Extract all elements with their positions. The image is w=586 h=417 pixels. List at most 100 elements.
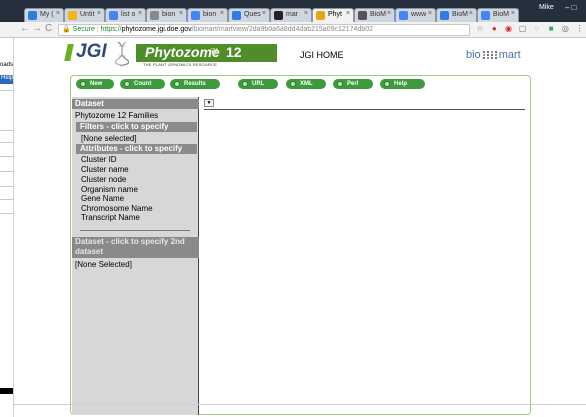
dataset-dropdown[interactable]: ▼ xyxy=(204,99,214,107)
close-icon[interactable]: × xyxy=(138,10,142,17)
tab-label: BioM xyxy=(370,11,386,18)
help-icon xyxy=(384,81,390,87)
doc-icon xyxy=(68,11,77,20)
google-icon xyxy=(399,11,408,20)
reload-icon[interactable]: C xyxy=(45,23,52,34)
count-button[interactable]: Count xyxy=(120,79,165,89)
jgi-home-link[interactable]: JGI HOME xyxy=(300,50,344,60)
close-icon[interactable]: × xyxy=(511,10,515,17)
help-button[interactable]: Help xyxy=(380,79,425,89)
browser-tab[interactable]: bion × xyxy=(187,8,228,22)
extension-icon[interactable]: ■ xyxy=(545,24,557,33)
secure-label: Secure xyxy=(72,26,95,33)
tab-label: BioM xyxy=(452,11,468,18)
count-icon xyxy=(124,81,130,87)
biomart-logo[interactable]: bio mart xyxy=(466,49,521,61)
perl-icon xyxy=(337,81,343,87)
attribute-item[interactable]: Transcript Name xyxy=(81,213,140,222)
attribute-item[interactable]: Cluster node xyxy=(81,175,126,184)
browser-tab[interactable]: mar × xyxy=(270,8,312,22)
dataset-name[interactable]: Phytozome 12 Families xyxy=(75,111,158,120)
close-icon[interactable]: × xyxy=(387,10,391,17)
attribute-item[interactable]: Gene Name xyxy=(81,194,124,203)
dataset2-header[interactable]: Dataset - click to specify 2nd dataset xyxy=(72,237,199,258)
browser-tab[interactable]: list o × xyxy=(105,8,146,22)
close-icon[interactable]: × xyxy=(179,10,183,17)
dropdown-arrow-icon: ▼ xyxy=(206,100,212,106)
new-icon xyxy=(80,81,86,87)
dataset-header[interactable]: Dataset xyxy=(72,99,199,109)
tab-label: BioM xyxy=(493,11,509,18)
background-window-help-button[interactable]: Help xyxy=(0,75,13,84)
divider xyxy=(0,142,13,143)
extension-icon[interactable]: ◌ xyxy=(531,24,543,33)
window-controls[interactable]: –□ xyxy=(565,3,578,12)
close-icon[interactable]: × xyxy=(97,10,101,17)
tab-label: bion xyxy=(162,11,176,18)
browser-tab[interactable]: BioM × xyxy=(436,8,477,22)
menu-icon[interactable]: ⋮ xyxy=(574,24,586,33)
url-input[interactable]: 🔒 Secure | https://phytozome.jgi.doe.gov… xyxy=(58,24,470,36)
browser-tab[interactable]: Untit × xyxy=(64,8,105,22)
tree-divider xyxy=(80,230,190,231)
dataset2-header-line2: dataset xyxy=(75,247,104,256)
close-icon[interactable]: × xyxy=(469,10,473,17)
forward-icon[interactable]: → xyxy=(32,23,42,34)
attributes-header[interactable]: Attributes - click to specify xyxy=(76,144,197,154)
background-window-text: oads xyxy=(0,62,14,68)
star-icon[interactable]: ☆ xyxy=(474,24,486,33)
dataset2-header-line1: Dataset - click to specify 2nd xyxy=(75,237,185,246)
url-button[interactable]: URL xyxy=(238,79,278,89)
close-icon[interactable]: × xyxy=(262,10,266,17)
globe-icon xyxy=(440,11,449,20)
extension-icon[interactable]: ◎ xyxy=(559,24,571,33)
xml-button[interactable]: XML xyxy=(286,79,326,89)
close-icon[interactable]: × xyxy=(56,10,60,17)
page-icon xyxy=(150,11,159,20)
new-button[interactable]: New xyxy=(76,79,114,89)
browser-tab[interactable]: BioM × xyxy=(354,8,395,22)
extension-icon[interactable]: ◉ xyxy=(502,24,514,33)
tab-label: www xyxy=(411,11,427,18)
close-icon[interactable]: × xyxy=(304,10,308,17)
profile-name[interactable]: Mike xyxy=(539,4,554,11)
divider xyxy=(0,171,13,172)
tab-label: My ( xyxy=(40,11,54,18)
close-icon[interactable]: × xyxy=(220,10,224,17)
back-icon[interactable]: ← xyxy=(20,23,30,34)
perl-button[interactable]: Perl xyxy=(333,79,373,89)
filters-value[interactable]: [None selected] xyxy=(81,134,137,143)
close-icon[interactable]: × xyxy=(346,10,350,17)
extension-icon[interactable]: ▢ xyxy=(517,24,529,33)
results-button-label: Results xyxy=(184,81,206,87)
results-button[interactable]: Results xyxy=(170,79,220,89)
browser-tab[interactable]: My (× xyxy=(24,8,64,22)
browser-tab[interactable]: bion × xyxy=(146,8,187,22)
browser-tab[interactable]: BioM × xyxy=(477,8,519,22)
url-button-label: URL xyxy=(252,81,265,87)
filters-header[interactable]: Filters - click to specify xyxy=(76,122,197,132)
attribute-item[interactable]: Chromosome Name xyxy=(81,204,153,213)
background-window-strip: ⚙ oads Help xyxy=(0,0,14,417)
content-divider xyxy=(204,109,525,110)
perl-button-label: Perl xyxy=(347,81,359,87)
attribute-item[interactable]: Cluster name xyxy=(81,165,129,174)
attribute-item[interactable]: Cluster ID xyxy=(81,155,117,164)
url-scheme: https:// xyxy=(100,26,122,33)
leaf-icon: ❦ xyxy=(210,47,219,58)
divider xyxy=(0,156,13,157)
browser-tab[interactable]: Ques × xyxy=(228,8,270,22)
biomart-dots-icon xyxy=(482,50,497,60)
divider xyxy=(0,199,13,200)
address-bar: ← → C 🔒 Secure | https://phytozome.jgi.d… xyxy=(0,22,586,38)
divider xyxy=(0,213,13,214)
close-icon[interactable]: × xyxy=(428,10,432,17)
dataset2-value[interactable]: [None Selected] xyxy=(75,260,132,269)
google-icon xyxy=(191,11,200,20)
attribute-item[interactable]: Organism name xyxy=(81,185,138,194)
url-host: phytozome.jgi.doe.gov xyxy=(121,26,192,33)
browser-tab[interactable]: www × xyxy=(395,8,436,22)
extension-icon[interactable]: ● xyxy=(488,24,500,33)
phytozome-banner[interactable]: Phytozome ❦ 12 xyxy=(136,44,277,62)
browser-tab[interactable]: Phyt × xyxy=(312,8,354,22)
